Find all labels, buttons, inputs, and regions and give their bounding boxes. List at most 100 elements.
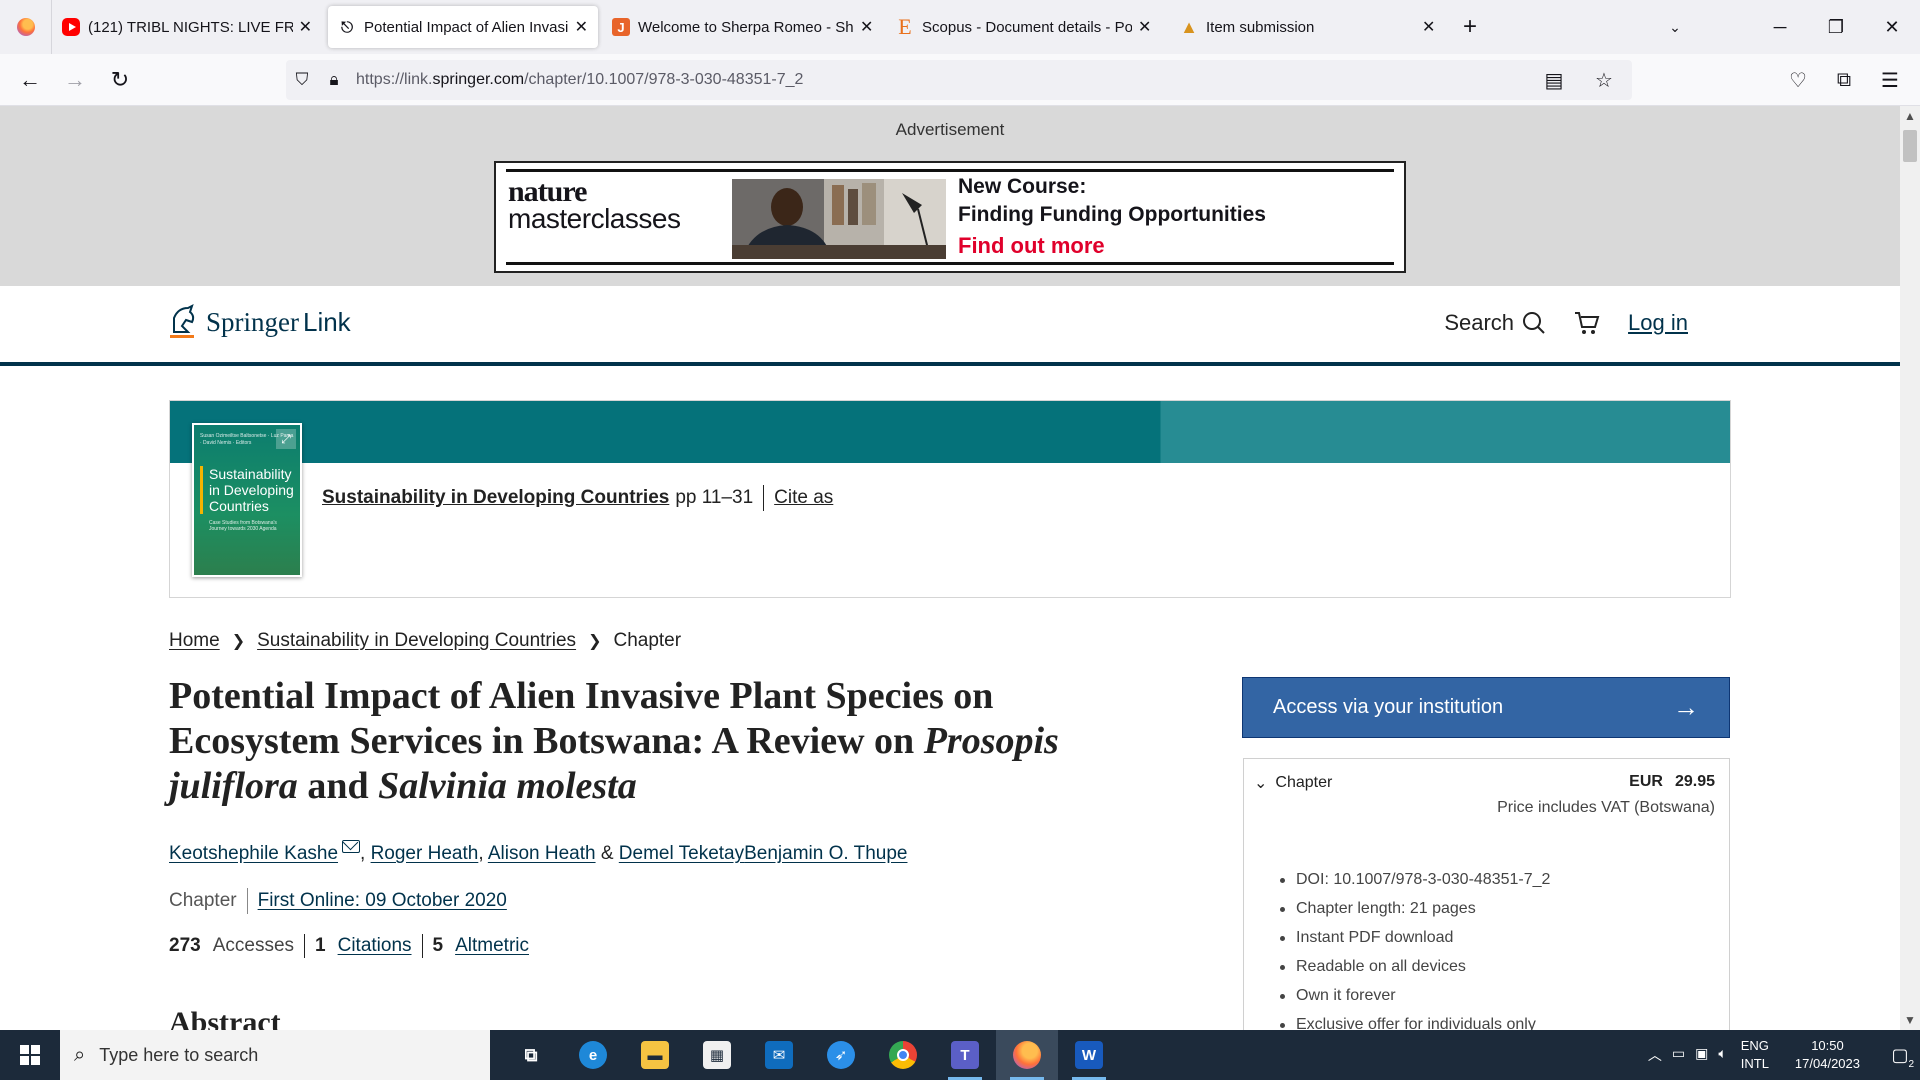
window-close-icon[interactable]: ✕ xyxy=(1864,0,1920,54)
breadcrumb-home[interactable]: Home xyxy=(169,630,220,652)
citations-link[interactable]: Citations xyxy=(338,935,412,957)
url-text[interactable]: https://link.springer.com/chapter/10.100… xyxy=(356,71,803,89)
volume-icon[interactable]: 🔈︎ xyxy=(1718,1045,1726,1065)
page-scrollbar[interactable]: ▲ ▼ xyxy=(1900,106,1920,1030)
task-view-icon[interactable]: ⧉ xyxy=(500,1030,562,1080)
back-button[interactable]: ← xyxy=(10,60,50,100)
firefox-taskbar-icon[interactable] xyxy=(996,1030,1058,1080)
reader-view-icon[interactable]: ▤ xyxy=(1534,60,1574,100)
close-icon[interactable]: ✕ xyxy=(299,17,312,37)
chevron-up-icon[interactable]: ︿ xyxy=(1648,1045,1662,1065)
tab-title: Welcome to Sherpa Romeo - Sh xyxy=(638,18,854,36)
tab-youtube[interactable]: (121) TRIBL NIGHTS: LIVE FROM ✕ xyxy=(52,7,322,47)
login-link[interactable]: Log in xyxy=(1628,310,1688,336)
book-title-link[interactable]: Sustainability in Developing Countries xyxy=(322,487,669,509)
microsoft-store-icon[interactable]: ▦ xyxy=(686,1030,748,1080)
cart-icon[interactable] xyxy=(1574,311,1600,335)
site-header: Springer Link Search Log in xyxy=(0,286,1900,366)
author-link[interactable]: Benjamin O. Thupe xyxy=(744,843,907,864)
mail-icon[interactable]: ✉ xyxy=(748,1030,810,1080)
address-bar[interactable]: ⛉ 🔒︎ https://link.springer.com/chapter/1… xyxy=(286,60,1632,100)
vat-note: Price includes VAT (Botswana) xyxy=(1497,799,1715,816)
tab-sherpa[interactable]: J Welcome to Sherpa Romeo - Sh ✕ xyxy=(602,7,886,47)
taskbar-search-box[interactable]: ⌕ Type here to search xyxy=(60,1030,490,1080)
author-link[interactable]: Alison Heath xyxy=(488,843,596,864)
pocket-icon[interactable]: ♡ xyxy=(1778,60,1818,100)
notification-count: 2 xyxy=(1908,1059,1914,1070)
chrome-icon[interactable] xyxy=(872,1030,934,1080)
first-online-link[interactable]: First Online: 09 October 2020 xyxy=(258,890,507,912)
tab-springer[interactable]: ⎋ Potential Impact of Alien Invasi ✕ xyxy=(328,6,598,48)
close-icon[interactable]: ✕ xyxy=(860,17,873,37)
system-tray: ︿ ▭ ▣ 🔈︎ ENG INTL 10:50 17/04/2023 ▢ 2 xyxy=(1648,1030,1920,1080)
tracking-protection-shield-icon[interactable]: ⛉ xyxy=(286,60,318,100)
expand-icon[interactable]: ⤢ xyxy=(276,429,296,449)
chapter-title: Potential Impact of Alien Invasive Plant… xyxy=(169,675,1059,807)
network-icon[interactable]: ▣ xyxy=(1695,1045,1708,1065)
edge-icon[interactable]: e xyxy=(562,1030,624,1080)
search-icon xyxy=(1523,312,1545,334)
repository-a-icon: ▲ xyxy=(1180,16,1198,37)
buy-chapter-box: ⌄ Chapter EUR 29.95 Price includes VAT (B… xyxy=(1243,758,1730,1030)
bookmark-star-icon[interactable]: ☆ xyxy=(1584,60,1624,100)
author-link[interactable]: Roger Heath xyxy=(371,843,479,864)
tab-scopus[interactable]: E Scopus - Document details - Po ✕ xyxy=(886,7,1170,47)
chevron-right-icon: ❯ xyxy=(231,633,246,650)
ad-label: Advertisement xyxy=(895,120,1005,139)
list-item: Instant PDF download xyxy=(1280,923,1550,952)
springerlink-logo[interactable]: Springer Link xyxy=(168,304,351,340)
start-button[interactable] xyxy=(0,1030,60,1080)
scroll-down-icon[interactable]: ▼ xyxy=(1900,1010,1920,1030)
windows-logo-icon xyxy=(20,1045,40,1065)
minimize-icon[interactable]: ─ xyxy=(1752,0,1808,54)
scroll-thumb[interactable] xyxy=(1903,130,1917,162)
list-item: Own it forever xyxy=(1280,981,1550,1010)
navigation-toolbar: ← → ↻ ⛉ 🔒︎ https://link.springer.com/cha… xyxy=(0,54,1920,106)
tab-item-submission[interactable]: ▲ Item submission ✕ xyxy=(1170,7,1450,47)
close-icon[interactable]: ✕ xyxy=(1422,17,1435,37)
nature-masterclasses-ad[interactable]: nature masterclasses New Course: Finding… xyxy=(494,161,1406,273)
list-item: Exclusive offer for individuals only xyxy=(1280,1010,1550,1030)
reload-button[interactable]: ↻ xyxy=(100,60,140,100)
restore-icon[interactable]: ❐ xyxy=(1808,0,1864,54)
lock-icon[interactable]: 🔒︎ xyxy=(318,60,350,100)
access-via-institution-button[interactable]: Access via your institution → xyxy=(1242,677,1730,738)
app-menu-icon[interactable]: ☰ xyxy=(1870,60,1910,100)
ad-cta-link[interactable]: Find out more xyxy=(958,233,1266,259)
chapter-meta: Chapter First Online: 09 October 2020 xyxy=(169,888,507,914)
ad-brand-logo: nature masterclasses xyxy=(508,175,681,234)
firefox-icon xyxy=(16,18,35,36)
battery-icon[interactable]: ▭ xyxy=(1672,1045,1685,1065)
list-all-tabs-button[interactable]: ⌄ xyxy=(1655,0,1695,54)
arrow-right-icon: → xyxy=(1673,692,1699,722)
book-cover-image[interactable]: Susan Ozimeiltse Baltsonetse · Luz Pama … xyxy=(192,423,302,577)
author-link[interactable]: Demel Teketay xyxy=(619,843,744,864)
buy-chapter-toggle[interactable]: ⌄ Chapter xyxy=(1254,773,1332,793)
author-link[interactable]: Keotshephile Kashe xyxy=(169,843,338,864)
notification-center-icon[interactable]: ▢ 2 xyxy=(1880,1030,1920,1080)
search-button[interactable]: Search xyxy=(1444,310,1546,336)
file-explorer-icon[interactable]: ▬ xyxy=(624,1030,686,1080)
firefox-view-button[interactable] xyxy=(0,0,52,54)
cite-as-link[interactable]: Cite as xyxy=(774,487,833,509)
email-envelope-icon[interactable] xyxy=(342,840,361,853)
teams-icon[interactable]: T xyxy=(934,1030,996,1080)
language-indicator[interactable]: ENG INTL xyxy=(1741,1037,1769,1073)
altmetric-link[interactable]: Altmetric xyxy=(455,935,529,957)
scroll-up-icon[interactable]: ▲ xyxy=(1900,106,1920,126)
tab-title: Scopus - Document details - Po xyxy=(922,18,1132,36)
close-icon[interactable]: ✕ xyxy=(1138,17,1151,37)
extensions-icon[interactable]: ⧉ xyxy=(1824,60,1864,100)
close-icon[interactable]: ✕ xyxy=(575,17,588,37)
ad-photo xyxy=(732,179,946,259)
word-icon[interactable]: W xyxy=(1058,1030,1120,1080)
list-item: Chapter length: 21 pages xyxy=(1280,894,1550,923)
safari-compass-icon[interactable]: ➶ xyxy=(810,1030,872,1080)
breadcrumb-book[interactable]: Sustainability in Developing Countries xyxy=(257,630,576,652)
new-tab-button[interactable]: + xyxy=(1450,7,1490,47)
clock[interactable]: 10:50 17/04/2023 xyxy=(1795,1037,1860,1073)
chapter-price: EUR 29.95 xyxy=(1629,773,1715,790)
forward-button[interactable]: → xyxy=(55,60,95,100)
windows-taskbar: ⌕ Type here to search ⧉ e ▬ ▦ ✉ ➶ T W ︿ … xyxy=(0,1030,1920,1080)
search-label: Search xyxy=(1444,310,1515,335)
